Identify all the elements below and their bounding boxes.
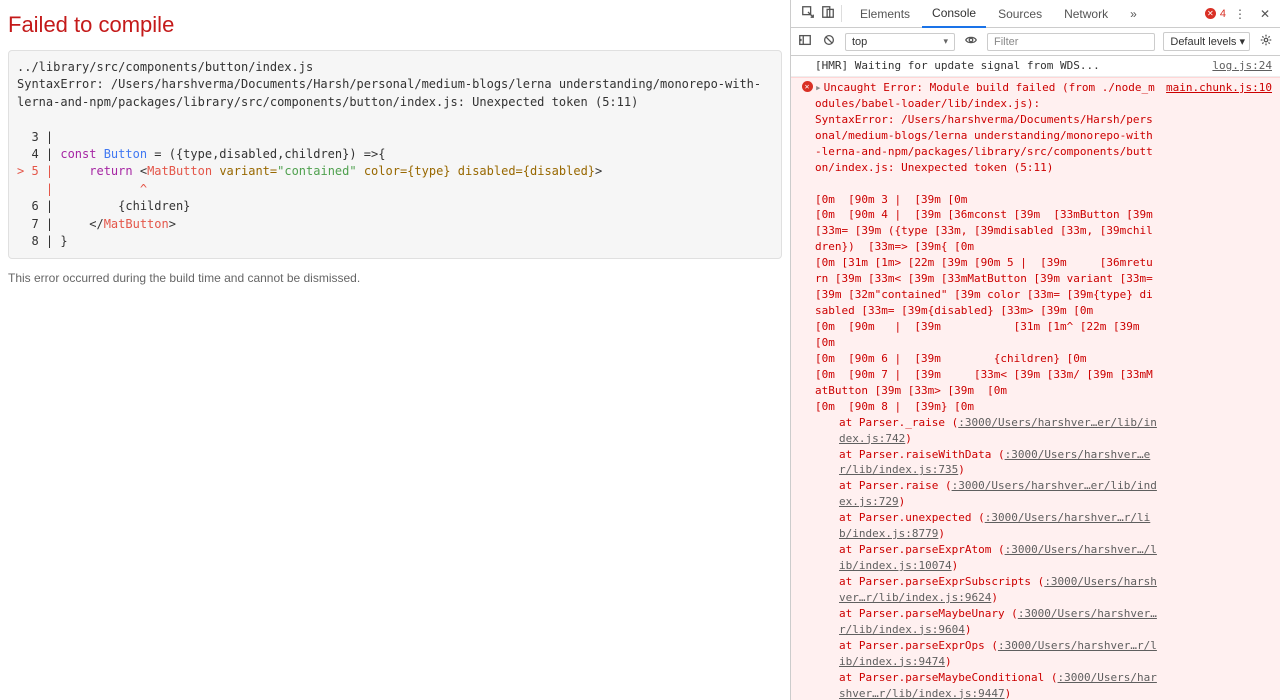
console-output[interactable]: [HMR] Waiting for update signal from WDS… [791,56,1280,700]
source-link[interactable]: :3000/Users/harshver…r/lib/index.js:9474 [839,639,1157,668]
stack-frame: at Parser._raise (:3000/Users/harshver…e… [815,415,1158,447]
tab-console[interactable]: Console [922,0,986,28]
tab-sources[interactable]: Sources [988,1,1052,27]
error-count-badge[interactable]: ✕4 [1205,8,1226,20]
source-link[interactable]: :3000/Users/harshver…r/lib/index.js:9604 [839,607,1157,636]
console-filter-input[interactable]: Filter [987,33,1155,51]
expand-caret-icon[interactable]: ▸ [815,81,822,94]
stack-frame: at Parser.parseExprAtom (:3000/Users/har… [815,542,1158,574]
source-link[interactable]: :3000/Users/harshver…r/lib/index.js:9447 [839,671,1157,700]
execution-context-selector[interactable]: top [845,33,955,51]
source-link[interactable]: :3000/Users/harshver…r/lib/index.js:9624 [839,575,1157,604]
stack-frame: at Parser.parseExprOps (:3000/Users/hars… [815,638,1158,670]
console-settings-icon[interactable] [1258,33,1274,50]
source-link[interactable]: :3000/Users/harshver…er/lib/index.js:742 [839,416,1157,445]
log-levels-selector[interactable]: Default levels ▾ [1163,32,1250,51]
error-title: Failed to compile [8,12,782,38]
devtools-panel: Elements Console Sources Network » ✕4 ⋮ … [790,0,1280,700]
source-link[interactable]: :3000/Users/harshver…er/lib/index.js:729 [839,479,1157,508]
devtools-close-icon[interactable]: ✕ [1254,7,1276,21]
console-error-row: ✕ ▸Uncaught Error: Module build failed (… [791,77,1280,700]
source-link[interactable]: main.chunk.js:10 [1166,80,1272,700]
tab-network[interactable]: Network [1054,1,1118,27]
console-sidebar-toggle-icon[interactable] [797,33,813,50]
device-toggle-icon[interactable] [821,5,835,22]
source-link[interactable]: :3000/Users/harshver…/lib/index.js:10074 [839,543,1157,572]
devtools-menu-icon[interactable]: ⋮ [1228,7,1252,21]
stack-frame: at Parser.parseExprSubscripts (:3000/Use… [815,574,1158,606]
devtools-tab-bar: Elements Console Sources Network » ✕4 ⋮ … [791,0,1280,28]
console-toolbar: top Filter Default levels ▾ [791,28,1280,56]
stack-frame: at Parser.unexpected (:3000/Users/harshv… [815,510,1158,542]
source-link[interactable]: :3000/Users/harshver…r/lib/index.js:8779 [839,511,1150,540]
react-error-overlay: Failed to compile ../library/src/compone… [0,0,790,700]
error-icon: ✕ [802,81,813,92]
inspect-element-icon[interactable] [801,5,815,22]
clear-console-icon[interactable] [821,33,837,50]
error-code-block: ../library/src/components/button/index.j… [8,50,782,259]
source-link[interactable]: log.js:24 [1212,58,1272,74]
stack-frame: at Parser.parseMaybeConditional (:3000/U… [815,670,1158,700]
tab-overflow-icon[interactable]: » [1120,1,1147,27]
live-expression-icon[interactable] [963,33,979,50]
stack-frame: at Parser.parseMaybeUnary (:3000/Users/h… [815,606,1158,638]
error-note: This error occurred during the build tim… [8,271,782,285]
source-link[interactable]: :3000/Users/harshver…er/lib/index.js:735 [839,448,1150,477]
console-log-row: [HMR] Waiting for update signal from WDS… [791,56,1280,77]
stack-frame: at Parser.raise (:3000/Users/harshver…er… [815,478,1158,510]
stack-frame: at Parser.raiseWithData (:3000/Users/har… [815,447,1158,479]
tab-elements[interactable]: Elements [850,1,920,27]
